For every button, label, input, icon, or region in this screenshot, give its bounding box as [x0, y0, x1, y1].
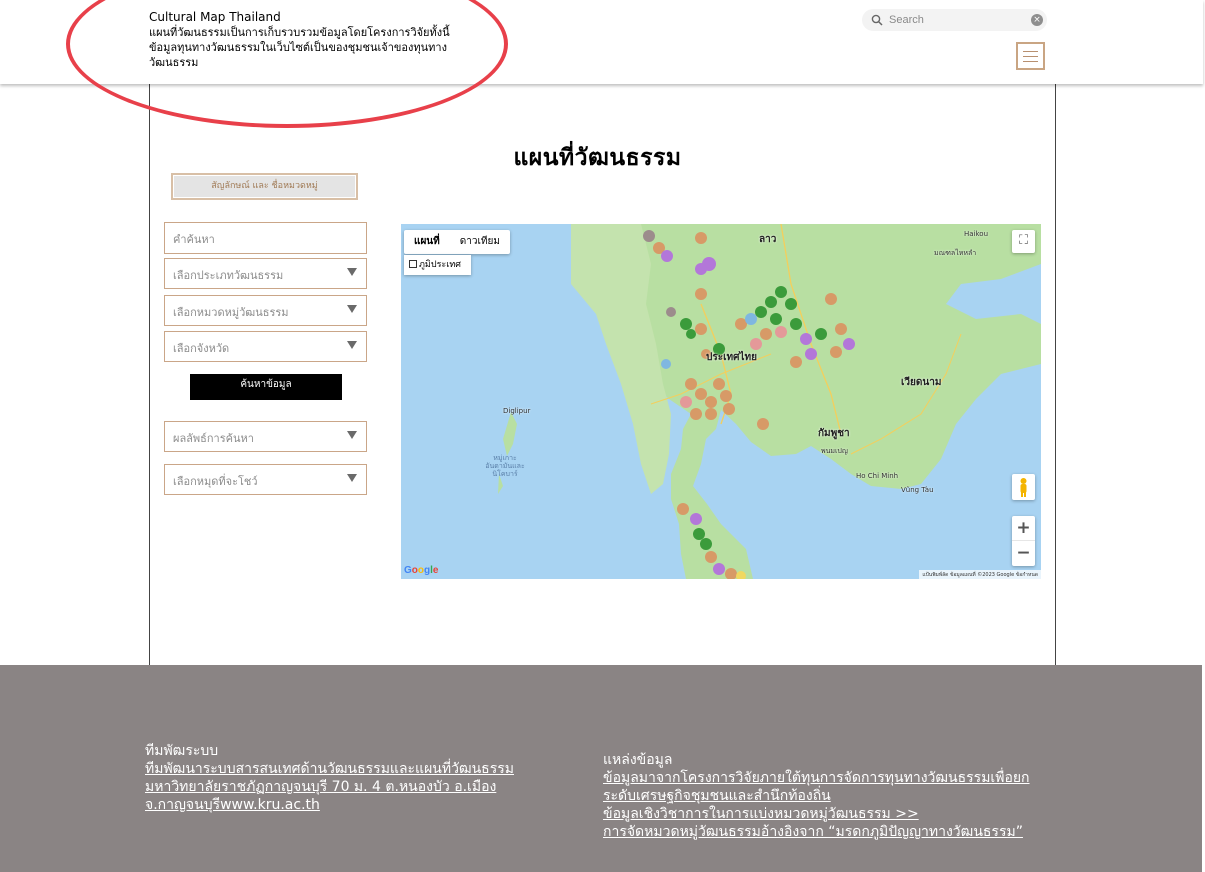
label-andaman: หมู่เกาะอันดามันและนิโคบาร์	[485, 454, 525, 478]
footer-sources-heading: แหล่งข้อมูล	[603, 752, 673, 768]
footer-team-link[interactable]: ทีมพัฒนาระบบสารสนเทศด้านวัฒนธรรมและแผนที…	[145, 761, 514, 813]
street-view-icon[interactable]	[1012, 474, 1035, 500]
zoom-in-button[interactable]: +	[1012, 516, 1035, 541]
label-vung-tau: Vũng Tàu	[901, 486, 934, 494]
hamburger-icon[interactable]	[1016, 42, 1045, 70]
frame-border-left	[149, 84, 150, 665]
pin-select-label: เลือกหมุดที่จะโชว์	[173, 475, 258, 488]
label-vietnam: เวียดนาม	[901, 377, 942, 388]
select-category[interactable]: เลือกหมวดหมู่วัฒนธรรม	[164, 295, 367, 326]
map-base	[498, 224, 1041, 579]
pin-select[interactable]: เลือกหมุดที่จะโชว์	[164, 464, 367, 495]
site-header: Cultural Map Thailand แผนที่วัฒนธรรมเป็น…	[0, 0, 1203, 84]
checkbox-icon	[409, 260, 417, 268]
culture-map[interactable]: ลาว ประเทศไทย กัมพูชา เวียดนาม พนมเปญ Ho…	[401, 224, 1041, 579]
label-diglipur: Diglipur	[503, 407, 531, 415]
label-hainan: มณฑลไหหลำ	[934, 249, 977, 257]
terrain-toggle[interactable]: ภูมิประเทศ	[404, 255, 471, 275]
label-thailand: ประเทศไทย	[706, 352, 757, 363]
search-input[interactable]	[889, 11, 1024, 29]
results-select[interactable]: ผลลัพธ์การค้นหา	[164, 421, 367, 452]
terrain-label: ภูมิประเทศ	[419, 260, 461, 270]
label-phnom-penh: พนมเปญ	[821, 447, 848, 455]
label-hcmc: Ho Chi Minh	[856, 472, 899, 480]
google-logo[interactable]: Google	[404, 565, 438, 576]
dropdown-arrow-icon	[347, 268, 357, 276]
select-type-label: เลือกประเภทวัฒนธรรม	[173, 269, 284, 282]
map-attribution[interactable]: แป้นพิมพ์ลัด ข้อมูลแผนที่ ©2023 Google ข…	[919, 570, 1041, 579]
map-type-satellite[interactable]: ดาวเทียม	[450, 230, 510, 254]
footer-source-link-3[interactable]: การจัดหมวดหมู่วัฒนธรรมอ้างอิงจาก “มรดกภู…	[603, 824, 1023, 840]
label-haikou: Haikou	[964, 230, 989, 238]
frame-border-right	[1055, 84, 1056, 665]
page-title: แผนที่วัฒนธรรม	[513, 145, 682, 171]
footer-sources: แหล่งข้อมูล ข้อมูลมาจากโครงการวิจัยภายใต…	[603, 751, 1048, 841]
dropdown-arrow-icon	[347, 341, 357, 349]
site-footer: ทีมพัฒระบบ ทีมพัฒนาระบบสารสนเทศด้านวัฒนธ…	[0, 665, 1202, 872]
zoom-control: + −	[1012, 516, 1035, 566]
site-title[interactable]: Cultural Map Thailand	[149, 10, 281, 24]
dropdown-arrow-icon	[347, 305, 357, 313]
select-type[interactable]: เลือกประเภทวัฒนธรรม	[164, 258, 367, 289]
footer-team: ทีมพัฒระบบ ทีมพัฒนาระบบสารสนเทศด้านวัฒนธ…	[145, 742, 585, 814]
map-type-map[interactable]: แผนที่	[404, 230, 450, 254]
clear-icon[interactable]: ×	[1031, 14, 1043, 26]
label-laos: ลาว	[759, 234, 777, 245]
footer-source-link-2[interactable]: ข้อมูลเชิงวิชาการในการแบ่งหมวดหมู่วัฒนธร…	[603, 806, 919, 822]
legend-button[interactable]: สัญลักษณ์ และ ชื่อหมวดหมู่	[171, 173, 358, 200]
footer-team-heading: ทีมพัฒระบบ	[145, 743, 219, 759]
label-cambodia: กัมพูชา	[818, 428, 850, 439]
fullscreen-icon[interactable]: ⛶	[1012, 230, 1035, 253]
footer-source-link-1[interactable]: ข้อมูลมาจากโครงการวิจัยภายใต้ทุนการจัดกา…	[603, 770, 1030, 804]
select-province[interactable]: เลือกจังหวัด	[164, 331, 367, 362]
map-type-control: แผนที่ ดาวเทียม	[404, 230, 510, 254]
site-description: แผนที่วัฒนธรรมเป็นการเก็บรวบรวมข้อมูลโดย…	[149, 26, 450, 69]
search-data-button[interactable]: ค้นหาข้อมูล	[190, 374, 342, 400]
zoom-out-button[interactable]: −	[1012, 541, 1035, 566]
dropdown-arrow-icon	[347, 431, 357, 439]
search-icon	[871, 14, 883, 26]
keyword-placeholder: คำค้นหา	[173, 233, 215, 246]
select-province-label: เลือกจังหวัด	[173, 342, 230, 355]
search-box[interactable]: ×	[862, 9, 1047, 31]
keyword-input[interactable]: คำค้นหา	[164, 222, 367, 254]
dropdown-arrow-icon	[347, 474, 357, 482]
select-category-label: เลือกหมวดหมู่วัฒนธรรม	[173, 306, 289, 319]
results-label: ผลลัพธ์การค้นหา	[173, 432, 254, 445]
